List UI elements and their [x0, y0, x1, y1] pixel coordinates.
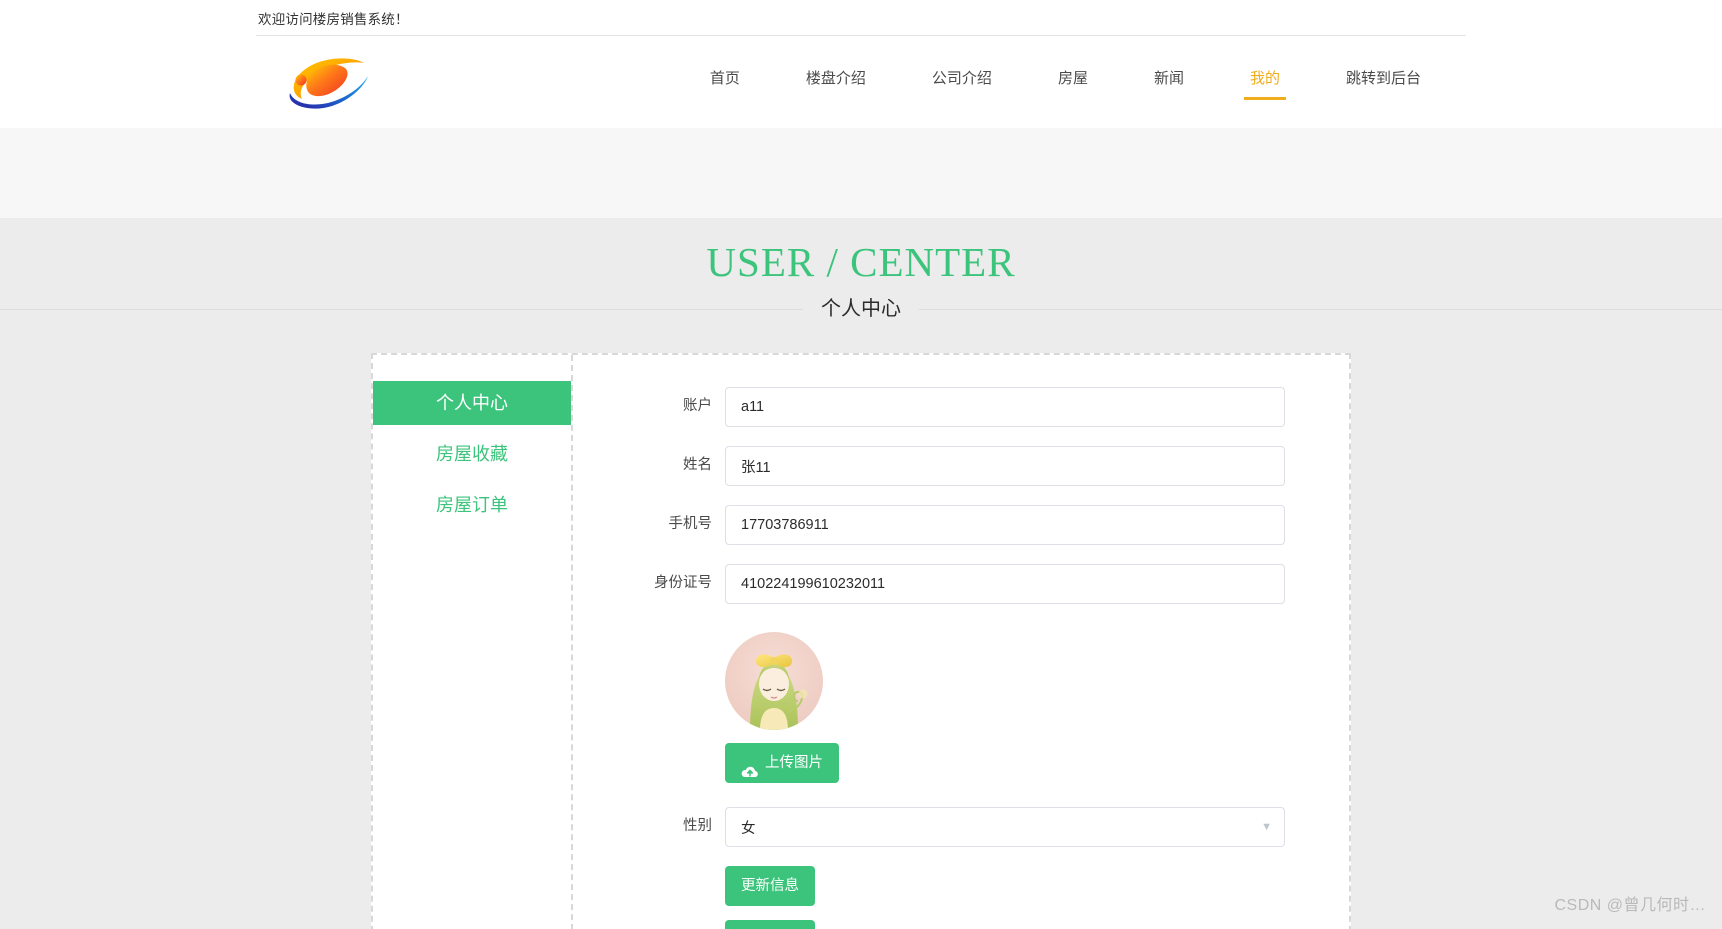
top-welcome-bar: 欢迎访问楼房销售系统！ [0, 0, 1722, 36]
update-label-spacer [573, 866, 725, 920]
gender-select[interactable] [725, 807, 1285, 848]
phone-input[interactable] [725, 505, 1285, 546]
idcard-label: 身份证号 [654, 575, 712, 592]
form-row-name: 姓名 [573, 446, 1349, 487]
form-row-avatar: 上传图片 [573, 623, 1349, 807]
welcome-text: 欢迎访问楼房销售系统！ [258, 11, 409, 27]
nav-item-house[interactable]: 房屋 [1058, 71, 1088, 94]
sidebar-item-house-favorites[interactable]: 房屋收藏 [373, 432, 571, 476]
cloud-upload-icon [741, 756, 759, 777]
logout-button[interactable]: 退出登录 [725, 920, 815, 929]
nav-item-company-intro[interactable]: 公司介绍 [932, 71, 992, 94]
top-welcome-bar-inner: 欢迎访问楼房销售系统！ [256, 0, 1466, 36]
nav-item-goto-admin[interactable]: 跳转到后台 [1346, 71, 1421, 94]
form-row-gender: 性别 ▼ [573, 807, 1349, 848]
page-subtitle-wrap: 个人中心 [0, 292, 1722, 327]
avatar-label-spacer [573, 623, 725, 807]
upload-image-button-label: 上传图片 [765, 755, 823, 772]
gender-select-wrap: ▼ [725, 807, 1285, 848]
site-logo-icon[interactable] [284, 49, 370, 115]
account-label: 账户 [683, 398, 712, 415]
form-row-account: 账户 [573, 387, 1349, 428]
nav-item-news[interactable]: 新闻 [1154, 71, 1184, 94]
form-row-update: 更新信息 [573, 866, 1349, 920]
nav-item-home[interactable]: 首页 [710, 71, 740, 94]
user-center-sidebar: 个人中心 房屋收藏 房屋订单 [373, 355, 573, 929]
avatar-block: 上传图片 [725, 623, 839, 807]
csdn-watermark: CSDN @曾几何时… [1554, 897, 1706, 914]
name-label: 姓名 [683, 457, 712, 474]
page-title-block: USER / CENTER 个人中心 [0, 219, 1722, 327]
update-info-button[interactable]: 更新信息 [725, 866, 815, 907]
nav-item-mine[interactable]: 我的 [1243, 71, 1287, 100]
page-subtitle: 个人中心 [803, 292, 919, 327]
avatar[interactable] [725, 632, 823, 731]
form-row-idcard: 身份证号 [573, 564, 1349, 605]
sidebar-item-personal-center[interactable]: 个人中心 [373, 381, 571, 426]
idcard-input[interactable] [725, 564, 1285, 605]
form-row-phone: 手机号 [573, 505, 1349, 546]
sidebar-item-house-orders[interactable]: 房屋订单 [373, 483, 571, 527]
phone-label: 手机号 [668, 516, 713, 533]
logout-label-spacer [573, 920, 725, 929]
account-input[interactable] [725, 387, 1285, 428]
upload-image-button[interactable]: 上传图片 [725, 743, 839, 784]
name-input[interactable] [725, 446, 1285, 487]
user-center-panel: 个人中心 房屋收藏 房屋订单 账户 姓名 手机号 身份证号 [371, 353, 1351, 929]
hero-banner [0, 128, 1722, 219]
site-header: 首页 楼盘介绍 公司介绍 房屋 新闻 我的 跳转到后台 [0, 36, 1722, 128]
profile-form: 账户 姓名 手机号 身份证号 [573, 355, 1349, 929]
form-row-logout: 退出登录 [573, 920, 1349, 929]
page-title-english: USER / CENTER [706, 239, 1016, 285]
site-header-inner: 首页 楼盘介绍 公司介绍 房屋 新闻 我的 跳转到后台 [256, 36, 1466, 128]
gender-label: 性别 [683, 818, 712, 835]
main-nav: 首页 楼盘介绍 公司介绍 房屋 新闻 我的 跳转到后台 [677, 36, 1454, 128]
nav-item-property-intro[interactable]: 楼盘介绍 [806, 71, 866, 94]
